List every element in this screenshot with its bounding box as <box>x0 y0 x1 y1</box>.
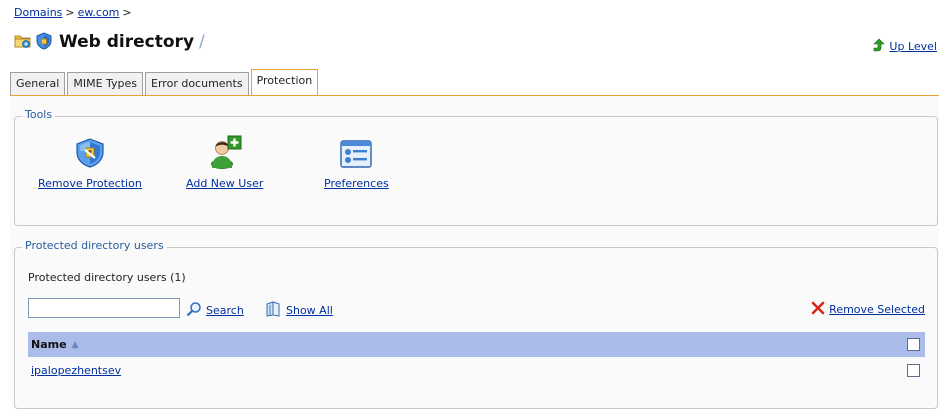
preferences-icon <box>339 139 373 172</box>
page-title-row: Web directory / <box>14 30 205 54</box>
user-name-link[interactable]: ipalopezhentsev <box>31 364 121 377</box>
preferences-tool[interactable]: Preferences <box>324 138 389 190</box>
remove-protection-tool[interactable]: Remove Protection <box>38 138 142 190</box>
users-count-label: Protected directory users (1) <box>28 271 186 284</box>
tab-underline <box>10 95 939 96</box>
column-name-label[interactable]: Name <box>31 338 67 351</box>
breadcrumb-domains-link[interactable]: Domains <box>14 6 62 19</box>
tab-bar: General MIME Types Error documents Prote… <box>10 68 320 96</box>
column-name-header[interactable]: Name ▲ <box>31 338 78 351</box>
page-title: Web directory <box>59 32 195 52</box>
search-button[interactable]: Search <box>186 301 244 320</box>
row-checkbox[interactable] <box>907 363 920 377</box>
breadcrumb: Domains > ew.com > <box>14 6 135 19</box>
close-icon <box>811 301 825 318</box>
table-row: ipalopezhentsev <box>28 360 925 380</box>
breadcrumb-domain-link[interactable]: ew.com <box>78 6 120 19</box>
up-level-link[interactable]: Up Level <box>872 38 937 55</box>
folder-icon <box>14 33 32 52</box>
search-icon <box>186 301 202 320</box>
up-level-label[interactable]: Up Level <box>889 40 937 53</box>
shield-key-icon <box>73 137 107 172</box>
up-arrow-icon <box>872 38 886 55</box>
title-suffix: / <box>199 32 205 52</box>
add-new-user-tool[interactable]: Add New User <box>186 135 263 190</box>
tools-fieldset <box>14 116 938 226</box>
breadcrumb-separator: > <box>122 6 132 19</box>
add-user-icon <box>208 135 242 172</box>
select-all-checkbox[interactable] <box>907 338 920 351</box>
table-header: Name ▲ <box>28 332 925 357</box>
show-all-label[interactable]: Show All <box>286 304 333 317</box>
protected-shield-icon <box>35 31 53 53</box>
tab-error-documents[interactable]: Error documents <box>145 72 249 95</box>
remove-protection-label[interactable]: Remove Protection <box>38 177 142 190</box>
tab-mime-types[interactable]: MIME Types <box>67 72 144 95</box>
tab-general[interactable]: General <box>10 72 66 95</box>
search-input[interactable] <box>28 298 180 318</box>
add-new-user-label[interactable]: Add New User <box>186 177 263 190</box>
users-legend: Protected directory users <box>22 239 167 252</box>
search-label[interactable]: Search <box>206 304 244 317</box>
sort-ascending-icon: ▲ <box>71 339 79 350</box>
show-all-button[interactable]: Show All <box>264 301 333 320</box>
show-all-icon <box>264 301 282 320</box>
tools-legend: Tools <box>22 108 56 121</box>
remove-selected-label[interactable]: Remove Selected <box>829 303 925 316</box>
tab-protection[interactable]: Protection <box>250 69 319 96</box>
preferences-label[interactable]: Preferences <box>324 177 389 190</box>
breadcrumb-separator: > <box>65 6 75 19</box>
remove-selected-button[interactable]: Remove Selected <box>811 301 925 318</box>
